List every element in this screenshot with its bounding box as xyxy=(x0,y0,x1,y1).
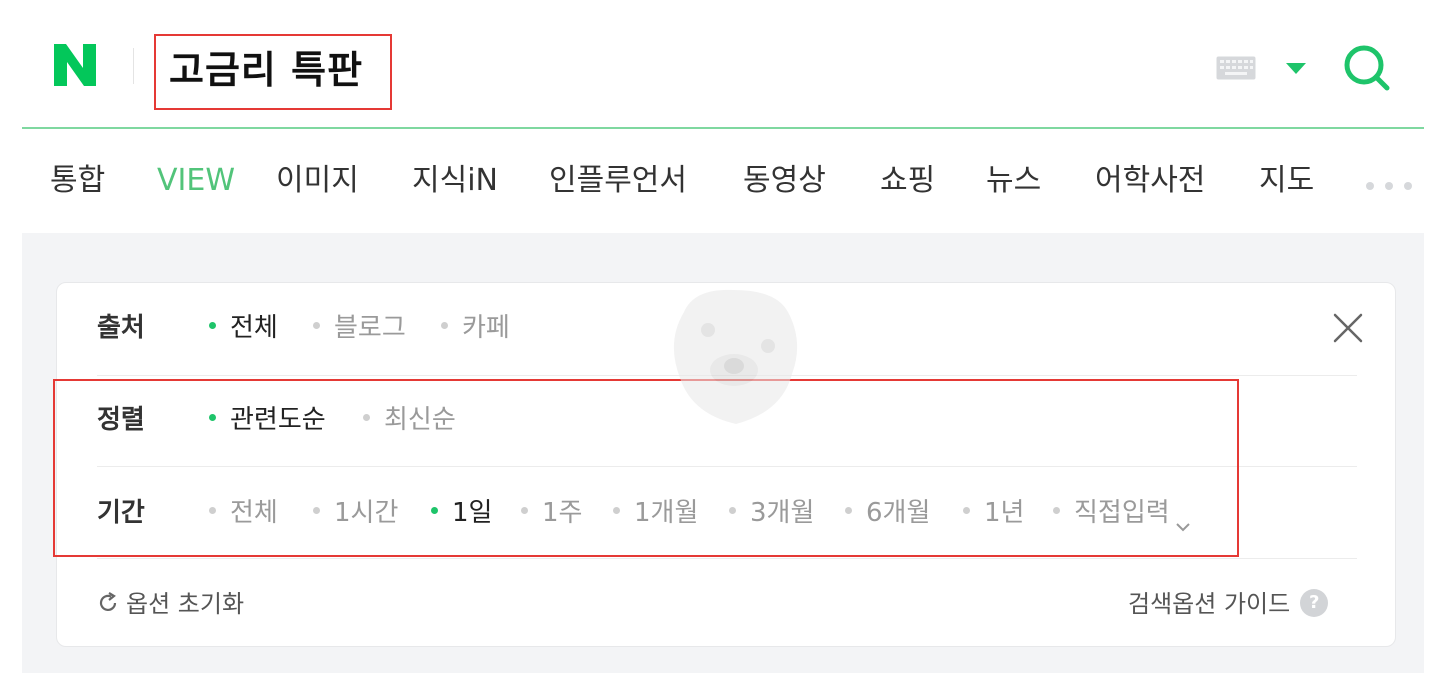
option-dot xyxy=(963,507,970,514)
period-option-custom[interactable]: 직접입력 xyxy=(1053,496,1190,531)
option-dot xyxy=(729,507,736,514)
refresh-icon xyxy=(96,591,120,615)
tab-influencer[interactable]: 인플루언서 xyxy=(549,161,687,201)
chevron-down-icon xyxy=(1175,507,1190,531)
option-dot xyxy=(441,322,448,329)
tab-map[interactable]: 지도 xyxy=(1259,161,1314,201)
period-label: 기간 xyxy=(97,498,145,528)
tab-knowledge-in[interactable]: 지식iN xyxy=(412,161,498,201)
search-query-text[interactable]: 고금리 특판 xyxy=(169,48,363,92)
row-divider xyxy=(97,466,1357,467)
close-icon[interactable] xyxy=(1333,313,1363,343)
period-option-1hour[interactable]: 1시간 xyxy=(313,496,398,530)
option-dot xyxy=(845,507,852,514)
more-dots-icon[interactable] xyxy=(1364,177,1414,190)
search-input[interactable]: 고금리 특판 xyxy=(154,34,392,110)
period-option-1day[interactable]: 1일 xyxy=(431,496,492,530)
search-tabs: 통합 VIEW 이미지 지식iN 인플루언서 동영상 쇼핑 뉴스 어학사전 지도 xyxy=(0,129,1452,233)
period-option-1year[interactable]: 1년 xyxy=(963,496,1024,530)
header-divider xyxy=(133,48,134,84)
help-icon: ? xyxy=(1300,589,1329,617)
source-option-cafe[interactable]: 카페 xyxy=(441,311,510,345)
dropdown-triangle-icon[interactable] xyxy=(1286,60,1306,74)
keyboard-icon[interactable] xyxy=(1216,56,1256,80)
tab-view[interactable]: VIEW xyxy=(157,161,235,201)
tab-images[interactable]: 이미지 xyxy=(276,161,359,201)
source-label: 출처 xyxy=(97,313,145,343)
search-option-guide-link[interactable]: 검색옵션 가이드? xyxy=(1128,588,1329,620)
selected-dot xyxy=(209,414,216,421)
source-option-blog[interactable]: 블로그 xyxy=(313,311,406,345)
period-option-6months[interactable]: 6개월 xyxy=(845,496,930,530)
sort-option-relevance[interactable]: 관련도순 xyxy=(209,403,326,437)
sort-option-latest[interactable]: 최신순 xyxy=(363,403,456,437)
option-dot xyxy=(313,322,320,329)
option-dot xyxy=(209,507,216,514)
row-divider xyxy=(97,558,1357,559)
sort-label: 정렬 xyxy=(97,405,145,435)
period-option-3months[interactable]: 3개월 xyxy=(729,496,814,530)
option-dot xyxy=(363,414,370,421)
search-header: 고금리 특판 xyxy=(0,0,1452,129)
period-option-1week[interactable]: 1주 xyxy=(521,496,582,530)
option-dot xyxy=(313,507,320,514)
tab-dictionary[interactable]: 어학사전 xyxy=(1095,161,1205,201)
naver-logo-icon[interactable] xyxy=(52,42,98,88)
option-dot xyxy=(613,507,620,514)
tab-shopping[interactable]: 쇼핑 xyxy=(880,161,935,201)
tab-integrated[interactable]: 통합 xyxy=(50,161,105,201)
option-dot xyxy=(1053,507,1060,514)
reset-options-button[interactable]: 옵션 초기화 xyxy=(96,588,244,620)
source-option-all[interactable]: 전체 xyxy=(209,311,278,345)
selected-dot xyxy=(431,507,438,514)
selected-dot xyxy=(209,322,216,329)
period-option-1month[interactable]: 1개월 xyxy=(613,496,698,530)
search-icon[interactable] xyxy=(1341,42,1393,94)
period-option-all[interactable]: 전체 xyxy=(209,496,278,530)
tab-news[interactable]: 뉴스 xyxy=(986,161,1041,201)
option-dot xyxy=(521,507,528,514)
tab-video[interactable]: 동영상 xyxy=(743,161,826,201)
dog-mascot-icon xyxy=(664,282,804,430)
